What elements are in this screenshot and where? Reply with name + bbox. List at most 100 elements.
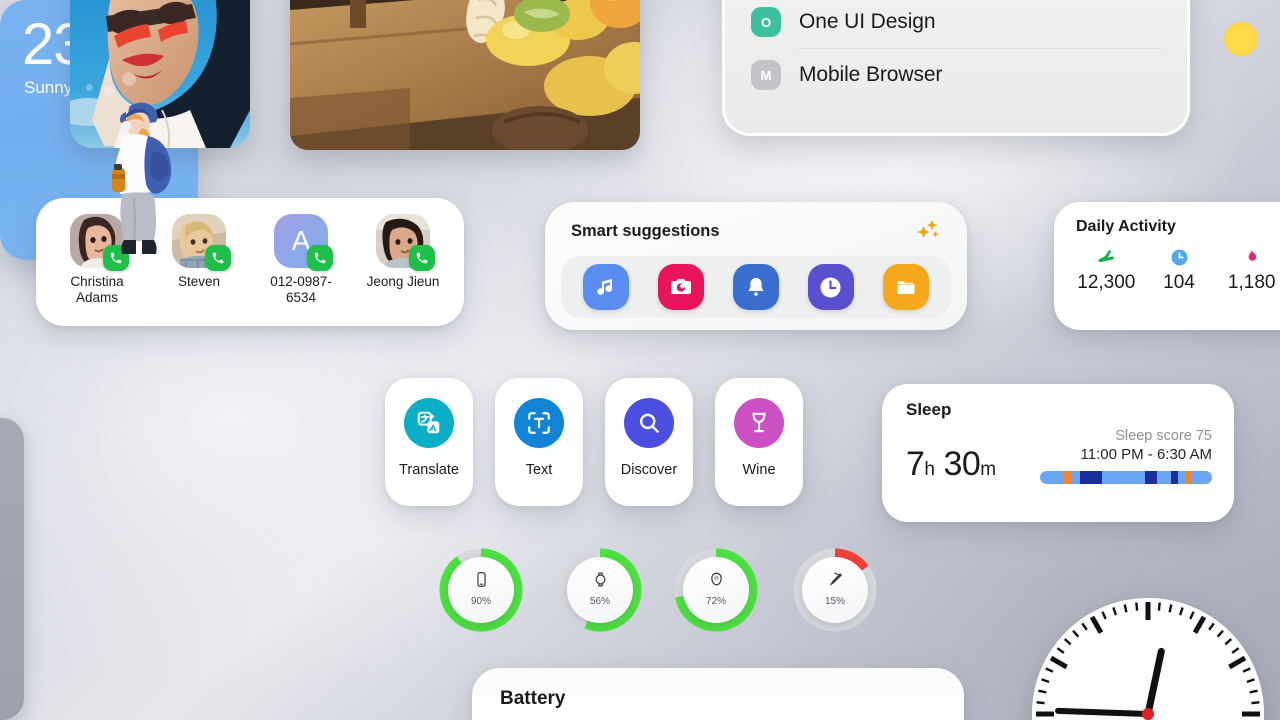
shortcut-tile-discover[interactable]: Discover xyxy=(605,378,693,506)
sleep-hours: 7 xyxy=(906,445,925,483)
contact-jeong-jieun[interactable]: Jeong Jieun xyxy=(359,214,447,307)
sleep-body: 7h 30m Sleep score 75 11:00 PM - 6:30 AM xyxy=(882,420,1234,484)
app-list-card: O One UI Design M Mobile Browser xyxy=(722,0,1190,136)
percent-unit: % xyxy=(836,596,846,607)
text-scan-icon xyxy=(514,398,564,448)
metric-active-minutes[interactable]: 104 xyxy=(1145,244,1214,294)
sleep-stage-segment xyxy=(1170,471,1178,484)
daily-activity-title: Daily Activity xyxy=(1076,218,1176,235)
weather-illustration xyxy=(112,102,172,254)
smart-suggestions-header: Smart suggestions xyxy=(545,202,967,244)
camera-app-icon[interactable] xyxy=(658,264,705,310)
metric-value: 104 xyxy=(1163,272,1195,293)
battery-ring-spen[interactable]: 15% xyxy=(793,548,877,632)
app-list-item-mobile-browser[interactable]: M Mobile Browser xyxy=(751,49,1161,101)
percent-value: 15 xyxy=(824,596,837,607)
shortcut-label: Discover xyxy=(620,462,678,478)
buds-icon xyxy=(708,571,725,588)
contact-012-0987-6534[interactable]: A 012-0987-6534 xyxy=(257,214,345,307)
minute-hand xyxy=(1055,707,1151,717)
sleep-stage-segment xyxy=(1040,471,1065,484)
sleep-stage-segment xyxy=(1156,471,1171,484)
spen-icon xyxy=(827,571,844,588)
home-screen-canvas: O One UI Design M Mobile Browser Christi… xyxy=(0,0,1280,720)
shortcut-label: Wine xyxy=(742,462,776,478)
battery-card: Battery xyxy=(472,668,964,720)
shortcut-tile-text[interactable]: Text xyxy=(495,378,583,506)
percent-unit: % xyxy=(601,596,611,607)
battery-ring-phone[interactable]: 90% xyxy=(439,548,523,632)
sleep-details: Sleep score 75 11:00 PM - 6:30 AM xyxy=(1040,428,1212,484)
wine-glass-icon xyxy=(734,398,784,448)
percent-unit: % xyxy=(482,596,492,607)
metric-value: 1,180 xyxy=(1227,272,1276,293)
shortcut-label: Translate xyxy=(399,462,459,478)
shoe-icon xyxy=(1072,244,1141,270)
analog-clock-widget[interactable] xyxy=(1032,598,1264,720)
daily-activity-widget: Daily Activity 12,300 104 1,180 xyxy=(1054,202,1280,330)
battery-ring-buds[interactable]: 72% xyxy=(674,548,758,632)
sleep-time-range: 11:00 PM - 6:30 AM xyxy=(1080,446,1212,463)
sleep-score: Sleep score 75 xyxy=(1115,428,1212,444)
percent-value: 90 xyxy=(470,596,483,607)
search-icon xyxy=(624,398,674,448)
call-icon[interactable] xyxy=(205,245,231,271)
decorative-bubble xyxy=(122,72,136,86)
call-icon[interactable] xyxy=(409,245,435,271)
mobile-browser-icon: M xyxy=(751,60,781,90)
battery-ring-watch[interactable]: 56% xyxy=(558,548,642,632)
clock-app-icon[interactable] xyxy=(807,264,854,310)
sleep-stage-segment xyxy=(1070,471,1080,484)
contact-name: Steven xyxy=(177,274,221,289)
icon-initial: O xyxy=(760,14,772,30)
clock-face xyxy=(1032,598,1264,720)
smart-suggestions-title: Smart suggestions xyxy=(571,221,720,240)
food-photo[interactable] xyxy=(290,0,640,150)
metric-calories[interactable]: 1,180 xyxy=(1217,244,1280,294)
smart-suggestions-widget: Smart suggestions xyxy=(545,202,967,330)
shortcut-tile-wine[interactable]: Wine xyxy=(715,378,803,506)
smart-suggestions-tray xyxy=(561,256,951,318)
clock-icon xyxy=(1145,244,1214,270)
sleep-stage-segment xyxy=(1191,471,1212,484)
one-ui-design-icon: O xyxy=(751,7,781,37)
call-icon[interactable] xyxy=(307,245,333,271)
sleep-stage-segment xyxy=(1177,471,1187,484)
ring-face: 15% xyxy=(802,557,868,623)
sleep-minutes: 30 xyxy=(943,445,981,483)
battery-percent: 56% xyxy=(590,589,610,609)
app-list-item-label: Mobile Browser xyxy=(799,63,943,86)
battery-percent: 72% xyxy=(706,589,726,609)
shortcut-tile-translate[interactable]: Translate xyxy=(385,378,473,506)
battery-percent: 15% xyxy=(825,589,845,609)
contact-name: Jeong Jieun xyxy=(366,274,440,289)
ring-face: 72% xyxy=(683,557,749,623)
app-list-item-one-ui-design[interactable]: O One UI Design xyxy=(751,0,1161,48)
folder-app-icon[interactable] xyxy=(882,264,929,310)
sleep-duration: 7h 30m xyxy=(906,445,996,484)
sleep-stage-segment xyxy=(1079,471,1102,484)
music-app-icon[interactable] xyxy=(583,264,630,310)
translate-icon xyxy=(404,398,454,448)
percent-unit: % xyxy=(717,596,727,607)
metric-value: 12,300 xyxy=(1077,272,1136,293)
shortcut-label: Text xyxy=(525,462,553,478)
sleep-stage-segment xyxy=(1101,471,1145,484)
sleep-hours-unit: h xyxy=(924,459,935,480)
contact-name: Christina Adams xyxy=(70,274,124,306)
flame-icon xyxy=(1217,244,1280,270)
metric-steps[interactable]: 12,300 xyxy=(1072,244,1141,294)
sleep-minutes-unit: m xyxy=(980,459,996,480)
sleep-stage-segment xyxy=(1064,471,1071,484)
sleep-stage-bar xyxy=(1040,471,1212,484)
sleep-stage-segment xyxy=(1144,471,1157,484)
bell-app-icon[interactable] xyxy=(732,264,779,310)
battery-percent: 90% xyxy=(471,589,491,609)
battery-card-title: Battery xyxy=(500,688,566,709)
ring-face: 56% xyxy=(567,557,633,623)
decorative-bubble xyxy=(86,84,93,91)
daily-activity-metrics: 12,300 104 1,180 xyxy=(1054,236,1280,294)
percent-value: 72 xyxy=(705,596,718,607)
app-list-item-label: One UI Design xyxy=(799,10,936,33)
avatar xyxy=(376,214,435,271)
